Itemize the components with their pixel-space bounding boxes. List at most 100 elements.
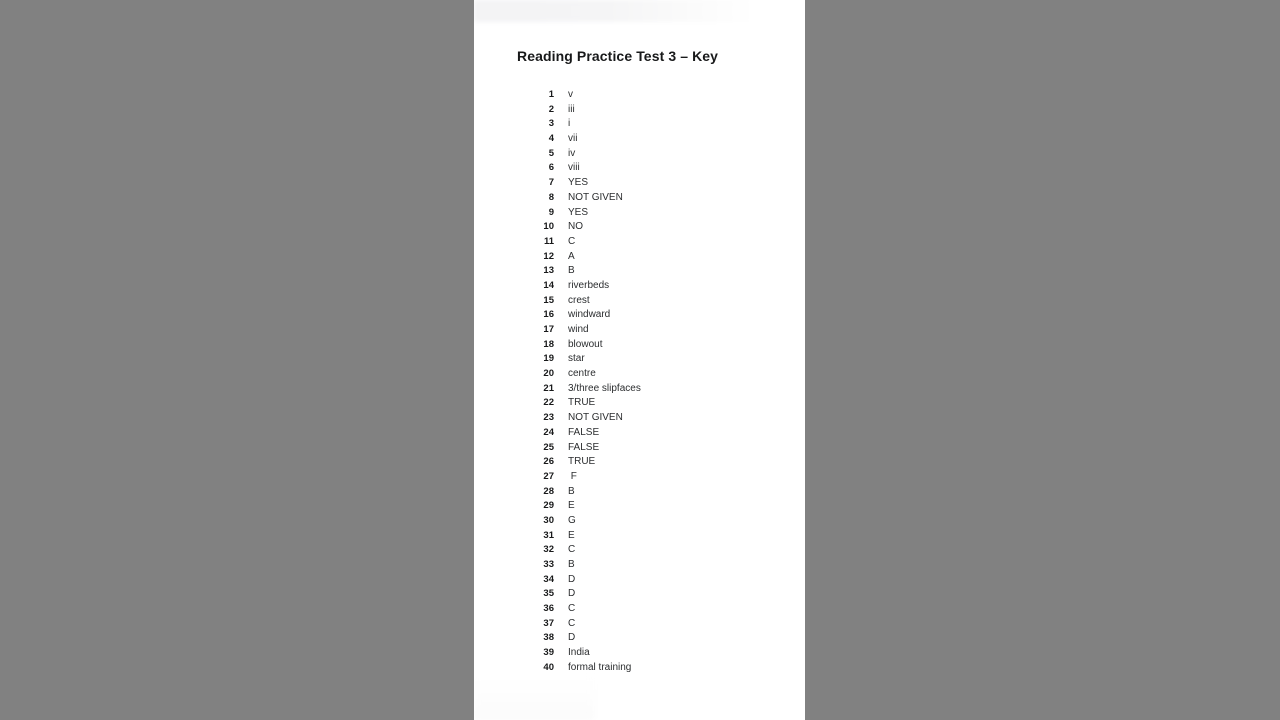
answer-value: centre xyxy=(568,368,596,380)
answer-value: NOT GIVEN xyxy=(568,412,623,424)
answer-number: 29 xyxy=(543,500,554,512)
answer-row: 38 D xyxy=(474,631,805,646)
answer-value: v xyxy=(568,89,573,100)
answer-row: 27 F xyxy=(474,470,805,485)
answer-value: G xyxy=(568,514,576,526)
answer-value: TRUE xyxy=(568,456,596,468)
answer-number: 13 xyxy=(543,265,554,277)
answer-number: 20 xyxy=(543,368,554,380)
answer-number: 40 xyxy=(543,661,554,673)
answer-row: 7 YES xyxy=(474,176,805,191)
answer-value: D xyxy=(568,573,576,585)
answer-number: 5 xyxy=(548,147,554,159)
answer-row: 19 star xyxy=(474,352,805,367)
answer-row: 12 A xyxy=(474,250,805,265)
answer-number: 6 xyxy=(548,162,554,174)
answer-row: 23 NOT GIVEN xyxy=(474,411,805,426)
answer-number: 3 xyxy=(548,118,554,130)
answer-row: 30 G xyxy=(474,514,805,529)
answer-number: 14 xyxy=(543,279,554,291)
answer-value: E xyxy=(568,529,575,541)
answer-row: 32 C xyxy=(474,543,805,558)
answer-row: 36 C xyxy=(474,602,805,617)
answer-value: F xyxy=(568,470,577,482)
answer-row: 24 FALSE xyxy=(474,426,805,441)
answer-number: 25 xyxy=(543,441,554,453)
answer-value: star xyxy=(568,353,585,365)
answer-number: 21 xyxy=(543,382,554,394)
answer-row: 4 vii xyxy=(474,132,805,147)
answer-number: 23 xyxy=(543,412,554,424)
answer-row: 8 NOT GIVEN xyxy=(474,191,805,206)
answer-row: 40 formal training xyxy=(474,661,805,676)
answer-number: 2 xyxy=(548,103,554,115)
answer-key-list: 1 v 2 iii 3 i 4 vii 5 iv 6 viii 7 YES 8 NOT GIVEN 9 YES 10… xyxy=(474,88,805,676)
answer-row: 21 3/three slipfaces xyxy=(474,382,805,397)
answer-row: 11 C xyxy=(474,235,805,250)
answer-number: 17 xyxy=(543,324,554,335)
answer-number: 12 xyxy=(543,250,554,262)
screen-viewport: Reading Practice Test 3 – Key 1 v 2 iii 3 i 4 v… xyxy=(0,0,1280,720)
answer-value: crest xyxy=(568,294,590,306)
answer-value: D xyxy=(568,588,576,600)
answer-row: 13 B xyxy=(474,264,805,279)
answer-row: 25 FALSE xyxy=(474,441,805,456)
answer-number: 37 xyxy=(543,617,554,629)
answer-number: 36 xyxy=(543,603,554,615)
answer-number: 4 xyxy=(548,133,554,145)
answer-row: 37 C xyxy=(474,617,805,632)
answer-number: 33 xyxy=(543,559,554,570)
answer-value: FALSE xyxy=(568,441,600,453)
answer-value: NOT GIVEN xyxy=(568,191,623,203)
answer-value: i xyxy=(568,118,571,130)
answer-row: 39 India xyxy=(474,646,805,661)
answer-value: India xyxy=(568,647,590,659)
answer-value: vii xyxy=(568,133,578,145)
answer-value: YES xyxy=(568,177,589,189)
answer-value: C xyxy=(568,544,576,556)
answer-number: 32 xyxy=(543,544,554,556)
answer-value: windward xyxy=(568,309,611,321)
answer-number: 38 xyxy=(543,632,554,644)
answer-number: 7 xyxy=(548,177,554,189)
answer-row: 31 E xyxy=(474,529,805,544)
answer-number: 8 xyxy=(548,191,554,203)
answer-value: D xyxy=(568,632,576,644)
answer-value: iv xyxy=(568,147,576,159)
answer-row: 10 NO xyxy=(474,220,805,235)
answer-number: 27 xyxy=(543,470,554,482)
answer-row: 3i xyxy=(474,117,805,132)
answer-value: wind xyxy=(568,324,589,335)
answer-value: C xyxy=(568,235,576,247)
answer-number: 22 xyxy=(543,397,554,409)
answer-number: 9 xyxy=(548,206,554,218)
answer-number: 19 xyxy=(543,353,554,365)
answer-value: E xyxy=(568,500,575,512)
answer-row: 35 D xyxy=(474,587,805,602)
answer-number: 30 xyxy=(543,514,554,526)
answer-value: A xyxy=(568,250,575,262)
answer-number: 10 xyxy=(543,221,554,233)
answer-row: 20 centre xyxy=(474,367,805,382)
answer-row: 33 B xyxy=(474,558,805,573)
answer-value: formal training xyxy=(568,661,632,673)
answer-value: iii xyxy=(568,103,575,115)
answer-number: 11 xyxy=(543,235,554,247)
answer-row: 22 TRUE xyxy=(474,396,805,411)
answer-row: 2 iii xyxy=(474,103,805,118)
answer-number: 16 xyxy=(543,309,554,321)
answer-value: blowout xyxy=(568,338,603,350)
answer-number: 35 xyxy=(543,588,554,600)
answer-row: 1v xyxy=(474,88,805,103)
answer-value: B xyxy=(568,559,575,570)
answer-row: 16 windward xyxy=(474,308,805,323)
answer-value: YES xyxy=(568,206,589,218)
answer-number: 31 xyxy=(543,529,554,541)
answer-row: 28 B xyxy=(474,485,805,500)
answer-row: 18 blowout xyxy=(474,338,805,353)
answer-number: 24 xyxy=(543,426,554,438)
page-top-faded-band xyxy=(474,0,805,22)
page-title: Reading Practice Test 3 – Key xyxy=(517,48,719,64)
answer-value: C xyxy=(568,617,576,629)
answer-number: 18 xyxy=(543,338,554,350)
